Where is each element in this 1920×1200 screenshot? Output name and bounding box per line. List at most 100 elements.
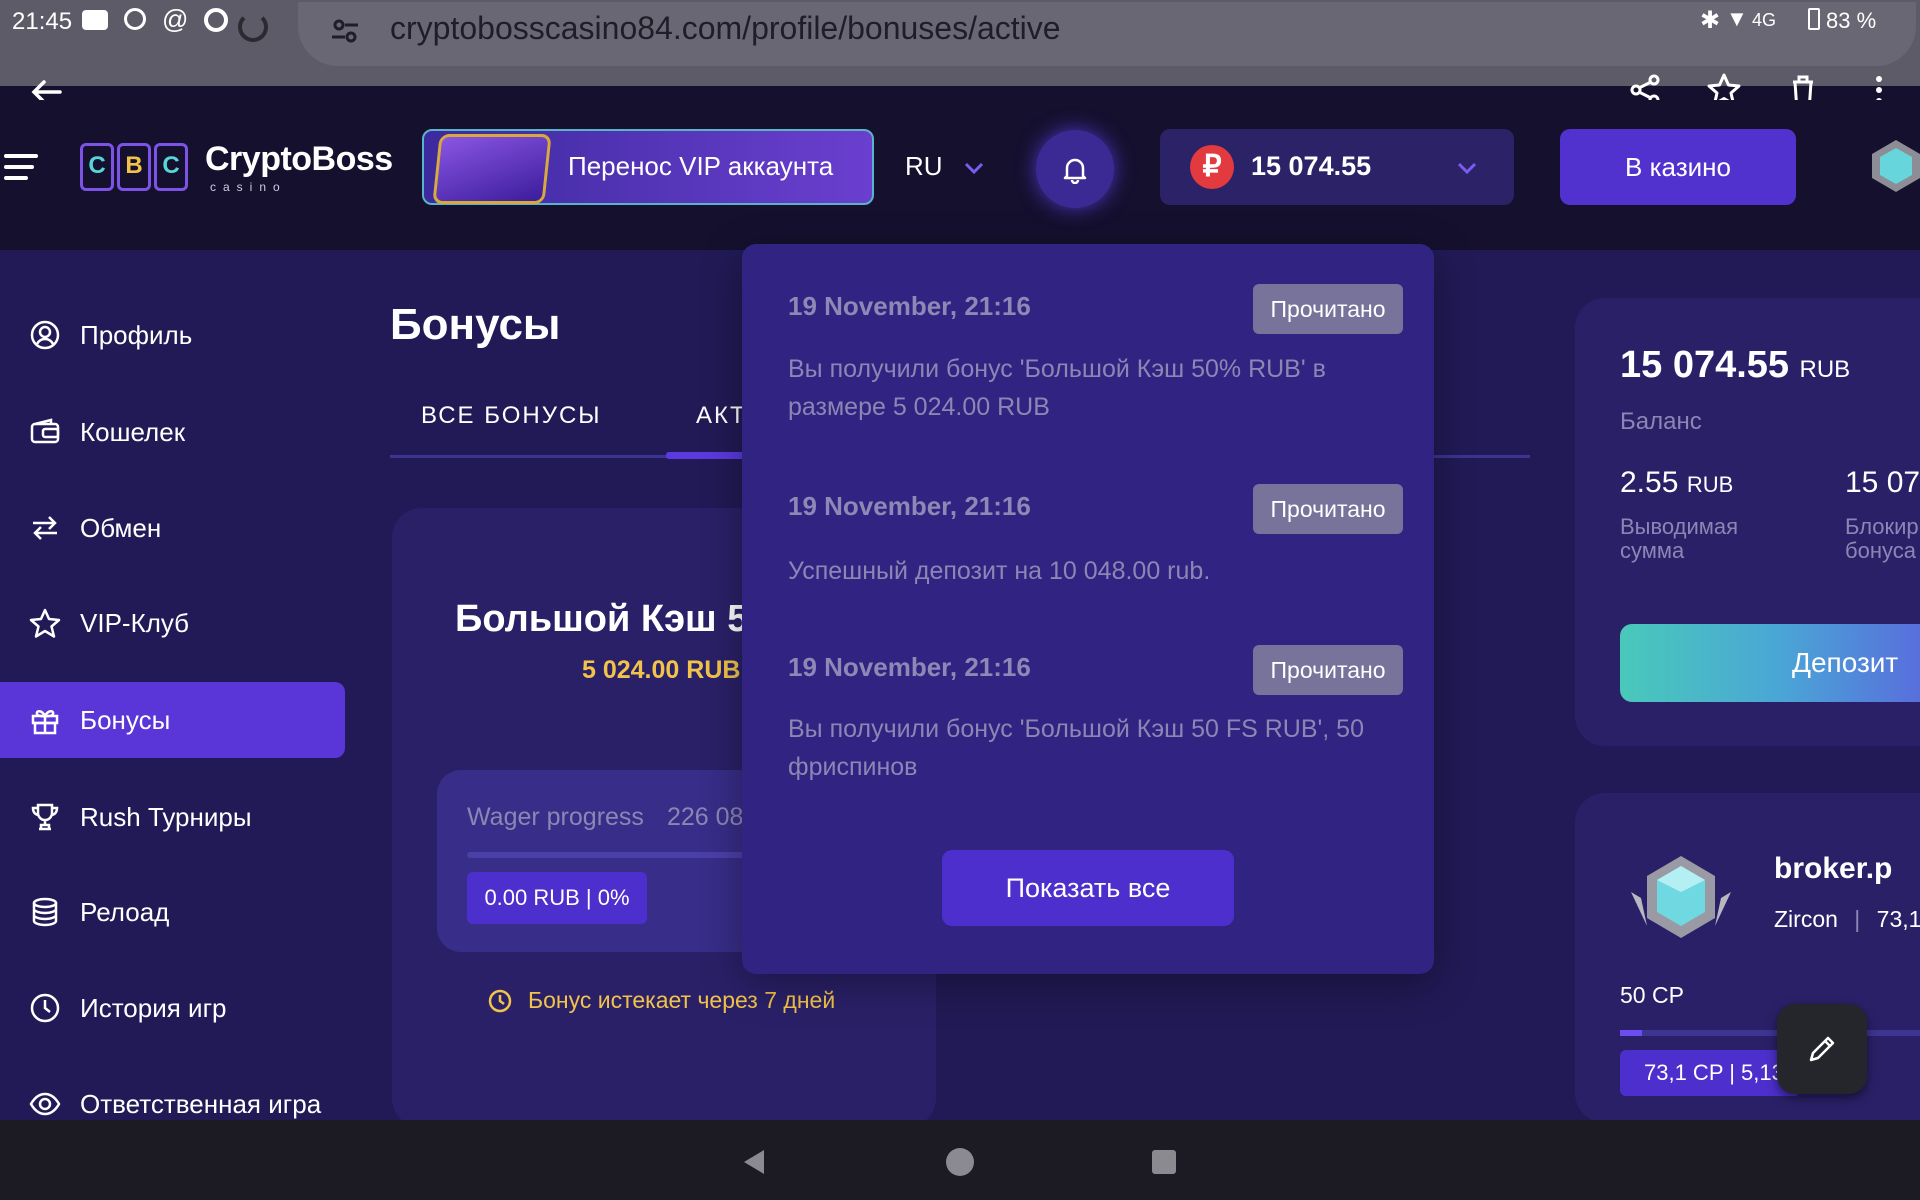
sidebar-item-rush-tournaments[interactable]: Rush Турниры [0,779,345,855]
blocked-amount: 15 07 [1845,466,1920,499]
withdrawable: 2.55 RUB [1620,466,1733,500]
vip-cp: 50 CP [1620,982,1684,1008]
blocked-label-line2: бонуса [1845,538,1916,563]
chevron-down-icon[interactable] [962,156,986,180]
tab-all-bonuses[interactable]: ВСЕ БОНУСЫ [421,402,602,430]
notifications-button[interactable] [1036,130,1114,208]
casino-button[interactable]: В казино [1560,129,1796,205]
withdrawable-label-line2: сумма [1620,538,1685,563]
trophy-icon [28,800,62,834]
blocked-label-line1: Блокир [1845,515,1919,539]
withdrawable-currency: RUB [1686,472,1734,497]
wifi-icon: ▼ [1726,6,1748,31]
sidebar-item-label: Профиль [80,319,193,350]
panel-balance: 15 074.55 RUB [1620,344,1850,387]
blocked-label: Блокир бонуса [1845,515,1920,563]
database-icon [28,895,62,929]
sidebar-item-label: VIP-Клуб [80,607,190,638]
notification-date: 19 November, 21:16 [788,652,1031,682]
vip-level-line: Zircon | 73,1 [1774,906,1920,932]
page-title: Бонусы [390,300,561,349]
sidebar-item-vip-club[interactable]: VIP-Клуб [0,585,345,661]
clock-warning-icon [487,988,513,1014]
battery-level: 83 % [1826,8,1877,33]
app-icon [124,8,146,30]
sidebar-item-bonuses[interactable]: Бонусы [0,682,345,758]
profile-icon [28,318,62,352]
vip-username: broker.p [1774,852,1893,885]
show-all-button[interactable]: Показать все [942,850,1234,926]
star-icon [28,606,62,640]
notification-message: Вы получили бонус 'Большой Кэш 50% RUB' … [788,355,1326,421]
read-badge[interactable]: Прочитано [1253,484,1403,534]
language-selector[interactable]: RU [905,151,943,182]
status-time: 21:45 [12,8,73,35]
hamburger-icon[interactable] [0,150,44,184]
sidebar-item-wallet[interactable]: Кошелек [0,394,345,470]
sidebar-item-reload[interactable]: Релоад [0,874,345,950]
sidebar-item-label: Rush Турниры [80,801,252,832]
sidebar-item-label: Кошелек [80,416,186,447]
site-settings-icon[interactable] [330,16,360,46]
vip-progress-track [1620,1030,1920,1036]
gift-icon [28,703,62,737]
at-icon: @ [162,4,189,34]
wager-value: 226 08 [667,803,744,831]
vip-progress-badge: 73,1 CP | 5,13 [1620,1050,1800,1096]
chevron-down-icon[interactable] [1455,156,1479,180]
wager-progress-track [467,852,767,858]
notification-message: Вы получили бонус 'Большой Кэш 50 FS RUB… [788,715,1364,781]
clock-icon [28,991,62,1025]
wallet-icon [28,415,62,449]
logo-letter: C [154,143,188,191]
edit-fab-button[interactable] [1777,1004,1867,1094]
sidebar-item-game-history[interactable]: История игр [0,970,345,1046]
withdrawable-label: Выводимая сумма [1620,515,1738,563]
reload-icon[interactable] [238,12,268,42]
chrome-icon [204,8,228,32]
withdrawable-label-line1: Выводимая [1620,514,1739,539]
logo-subtitle: casino [210,180,287,194]
panel-balance-currency: RUB [1799,356,1851,383]
panel-balance-label: Баланс [1620,408,1702,435]
logo-title[interactable]: CryptoBoss [205,140,393,179]
notification-date: 19 November, 21:16 [788,491,1031,521]
ruble-icon: ₽ [1190,145,1234,189]
vip-points: 73,1 [1876,906,1920,932]
wager-badge: 0.00 RUB | 0% [467,872,647,924]
notification-message: Успешный депозит на 10 048.00 rub. [788,557,1211,585]
withdrawable-amount: 2.55 [1620,466,1679,499]
bluetooth-icon: ✱ [1700,7,1721,34]
vip-transfer-label: Перенос VIP аккаунта [568,151,834,181]
sidebar-item-profile[interactable]: Профиль [0,297,345,373]
balance-amount: 15 074.55 [1251,151,1372,181]
vip-level-gem-icon[interactable] [1868,138,1920,194]
vip-progress-fill [1620,1030,1642,1036]
read-badge[interactable]: Прочитано [1253,645,1403,695]
bonus-name: Большой Кэш 5 [455,598,749,640]
pencil-icon [1809,1036,1835,1062]
url-text[interactable]: cryptobosscasino84.com/profile/bonuses/a… [390,10,1061,47]
deposit-button[interactable]: Депозит [1620,624,1920,702]
bell-icon [1063,158,1087,184]
youtube-icon [82,10,108,30]
tab-active-bonuses[interactable]: АКТ [696,402,747,430]
nav-home-icon[interactable] [946,1148,974,1176]
logo-letter: B [117,143,151,191]
sidebar-item-label: Бонусы [80,704,171,735]
sidebar-item-label: Релоад [80,896,170,927]
sidebar-item-label: История игр [80,992,227,1023]
sidebar-item-label: Ответственная игра [80,1088,322,1119]
notifications-dropdown: 19 November, 21:16 Прочитано Вы получили… [742,244,1434,974]
eye-icon [28,1087,62,1121]
zircon-gem-icon [1627,852,1735,952]
sidebar-item-exchange[interactable]: Обмен [0,490,345,566]
bonus-expiry: Бонус истекает через 7 дней [528,987,836,1013]
nav-recents-icon[interactable] [1152,1150,1176,1174]
sidebar-item-label: Обмен [80,512,162,543]
network-type: 4G [1752,10,1777,30]
nav-back-icon[interactable] [742,1148,766,1176]
read-badge[interactable]: Прочитано [1253,284,1403,334]
panel-balance-amount: 15 074.55 [1620,344,1790,386]
notification-date: 19 November, 21:16 [788,291,1031,321]
